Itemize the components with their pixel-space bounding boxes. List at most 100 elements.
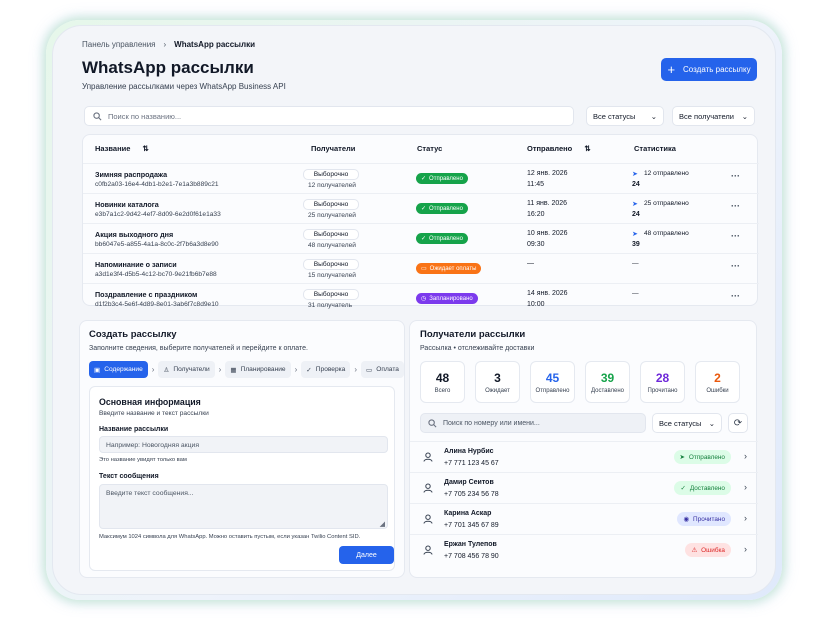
- step-label: Планирование: [240, 366, 286, 373]
- row-menu-icon[interactable]: ···: [731, 171, 740, 181]
- resize-handle-icon[interactable]: ◢: [380, 520, 385, 528]
- wizard-step[interactable]: ▣ Содержание: [89, 361, 148, 378]
- breadcrumb-root[interactable]: Панель управления: [82, 40, 156, 49]
- status-filter-select[interactable]: Все статусы ⌄: [586, 106, 664, 126]
- campaign-search-input[interactable]: Поиск по названию...: [84, 106, 574, 126]
- create-campaign-button[interactable]: + Создать рассылку: [661, 58, 757, 81]
- recipients-type-badge: Выборочно: [303, 259, 359, 270]
- recipients-panel-subtitle: Рассылка • отслеживайте доставки: [420, 345, 535, 352]
- basic-info-section: Основная информация Введите название и т…: [89, 386, 395, 571]
- refresh-icon: ⟳: [733, 417, 743, 429]
- campaign-id: bb6047e5-a855-4a1a-8c0c-2f7b6a3d8e90: [95, 241, 219, 248]
- recipient-row[interactable]: Ержан Тулепов +7 708 456 78 90 ⚠ Ошибка …: [410, 534, 758, 565]
- campaign-name: Напоминание о записи: [95, 260, 177, 269]
- delivery-status-badge: ✓ Доставлено: [674, 481, 731, 495]
- sort-icon[interactable]: ⇅: [143, 144, 149, 153]
- sort-icon[interactable]: ⇅: [584, 144, 590, 153]
- status-icon: ◷: [421, 296, 427, 302]
- search-icon: [428, 418, 437, 427]
- table-row[interactable]: Зимняя распродажа c0fb2a03-16e4-4db1-b2e…: [83, 163, 759, 193]
- campaigns-table: Название ⇅ Получатели Статус Отправлено …: [82, 134, 759, 309]
- status-icon: ✓: [421, 236, 427, 242]
- sent-time: 09:30: [527, 241, 545, 248]
- row-menu-icon[interactable]: ···: [731, 261, 740, 271]
- chevron-right-icon[interactable]: ›: [744, 482, 747, 492]
- sent-time: 10:00: [527, 301, 545, 308]
- recipient-name: Дамир Сеитов: [444, 479, 494, 486]
- stat-tile: 28 Прочитано: [640, 361, 685, 403]
- recipient-row[interactable]: Алина Нурбис +7 771 123 45 67 ➤ Отправле…: [410, 441, 758, 472]
- status-label: Отправлено: [429, 235, 463, 242]
- sent-date: 12 янв. 2026: [527, 170, 568, 177]
- chevron-right-icon[interactable]: ›: [744, 451, 747, 461]
- campaign-name-placeholder: Например: Новогодняя акция: [106, 442, 200, 449]
- row-menu-icon[interactable]: ···: [731, 291, 740, 301]
- wizard-step[interactable]: ▦ Планирование: [225, 361, 291, 378]
- recipient-row[interactable]: Дамир Сеитов +7 705 234 56 78 ✓ Доставле…: [410, 472, 758, 503]
- breadcrumb-current: WhatsApp рассылки: [174, 40, 256, 49]
- campaign-name: Зимняя распродажа: [95, 170, 168, 179]
- recipients-filter-select[interactable]: Все получатели ⌄: [672, 106, 755, 126]
- stat-label: Ожидает: [485, 387, 510, 394]
- table-row[interactable]: Новинки каталога e3b7a1c2-9d42-4ef7-8d09…: [83, 193, 759, 223]
- recipient-name: Карина Аскар: [444, 510, 492, 517]
- row-menu-icon[interactable]: ···: [731, 201, 740, 211]
- recipient-phone: +7 771 123 45 67: [444, 460, 499, 467]
- recipients-type-badge: Выборочно: [303, 229, 359, 240]
- campaign-name: Акция выходного дня: [95, 230, 174, 239]
- chevron-down-icon: ⌄: [741, 111, 748, 121]
- recipient-row[interactable]: Карина Аскар +7 701 345 67 89 ◉ Прочитан…: [410, 503, 758, 534]
- recipient-search-input[interactable]: Поиск по номеру или имени...: [420, 413, 646, 433]
- delivery-status-label: Прочитано: [693, 515, 725, 523]
- campaign-name-field[interactable]: Например: Новогодняя акция: [99, 436, 388, 453]
- table-row[interactable]: Поздравление с праздником d1f2b3c4-5e6f-…: [83, 283, 759, 313]
- chevron-down-icon: ⌄: [708, 418, 715, 428]
- column-name-label: Название: [95, 144, 131, 153]
- chevron-down-icon: ⌄: [650, 111, 657, 121]
- delivery-status-icon: ⚠: [691, 547, 698, 554]
- chevron-right-icon[interactable]: ›: [744, 513, 747, 523]
- campaign-id: c0fb2a03-16e4-4db1-b2e1-7e1a3b889c21: [95, 181, 219, 188]
- stats-sent: 48 отправлено: [644, 230, 689, 237]
- recipients-count: 12 получателей: [308, 182, 356, 189]
- recipient-status-select[interactable]: Все статусы ⌄: [652, 413, 722, 433]
- refresh-button[interactable]: ⟳: [728, 413, 748, 433]
- next-button[interactable]: Далее: [339, 546, 394, 564]
- page-title: WhatsApp рассылки: [82, 58, 254, 77]
- chevron-right-icon: ›: [294, 365, 298, 374]
- message-textarea[interactable]: Введите текст сообщения... ◢: [99, 484, 388, 529]
- create-panel-title: Создать рассылку: [89, 329, 177, 340]
- stat-value: 28: [655, 370, 670, 385]
- section-title: Основная информация: [99, 397, 201, 407]
- wizard-step[interactable]: ♙ Получатели: [158, 361, 215, 378]
- column-header-name[interactable]: Название ⇅: [95, 144, 149, 153]
- status-label: Запланировано: [429, 295, 473, 302]
- wizard-step[interactable]: ▭ Оплата: [361, 361, 404, 378]
- recipient-search-placeholder: Поиск по номеру или имени...: [443, 419, 540, 427]
- recipient-phone: +7 708 456 78 90: [444, 553, 499, 560]
- recipients-filter-value: Все получатели: [679, 111, 734, 121]
- stats-sent: 25 отправлено: [644, 200, 689, 207]
- table-row[interactable]: Напоминание о записи a3d1e3f4-d5b5-4c12-…: [83, 253, 759, 283]
- chevron-right-icon[interactable]: ›: [744, 544, 747, 554]
- step-label: Содержание: [104, 366, 143, 373]
- recipients-type-badge: Выборочно: [303, 289, 359, 300]
- stat-tile: 48 Всего: [420, 361, 465, 403]
- status-badge: ✓ Отправлено: [416, 173, 468, 184]
- stats-sent: —: [632, 290, 639, 297]
- row-menu-icon[interactable]: ···: [731, 231, 740, 241]
- stat-tile: 3 Ожидает: [475, 361, 520, 403]
- campaign-name: Новинки каталога: [95, 200, 159, 209]
- send-icon: ➤: [632, 201, 638, 208]
- delivery-status-badge: ◉ Прочитано: [677, 512, 731, 526]
- column-header-sent[interactable]: Отправлено ⇅: [527, 144, 591, 153]
- user-icon: [423, 452, 433, 462]
- create-campaign-label: Создать рассылку: [683, 65, 751, 74]
- sent-date: —: [527, 260, 534, 267]
- delivery-status-label: Отправлено: [688, 453, 725, 461]
- table-row[interactable]: Акция выходного дня bb6047e5-a855-4a1a-8…: [83, 223, 759, 253]
- chevron-right-icon: ›: [218, 365, 222, 374]
- stats-sent: 12 отправлено: [644, 170, 689, 177]
- recipients-panel-title: Получатели рассылки: [420, 329, 526, 340]
- wizard-step[interactable]: ✓ Проверка: [301, 361, 351, 378]
